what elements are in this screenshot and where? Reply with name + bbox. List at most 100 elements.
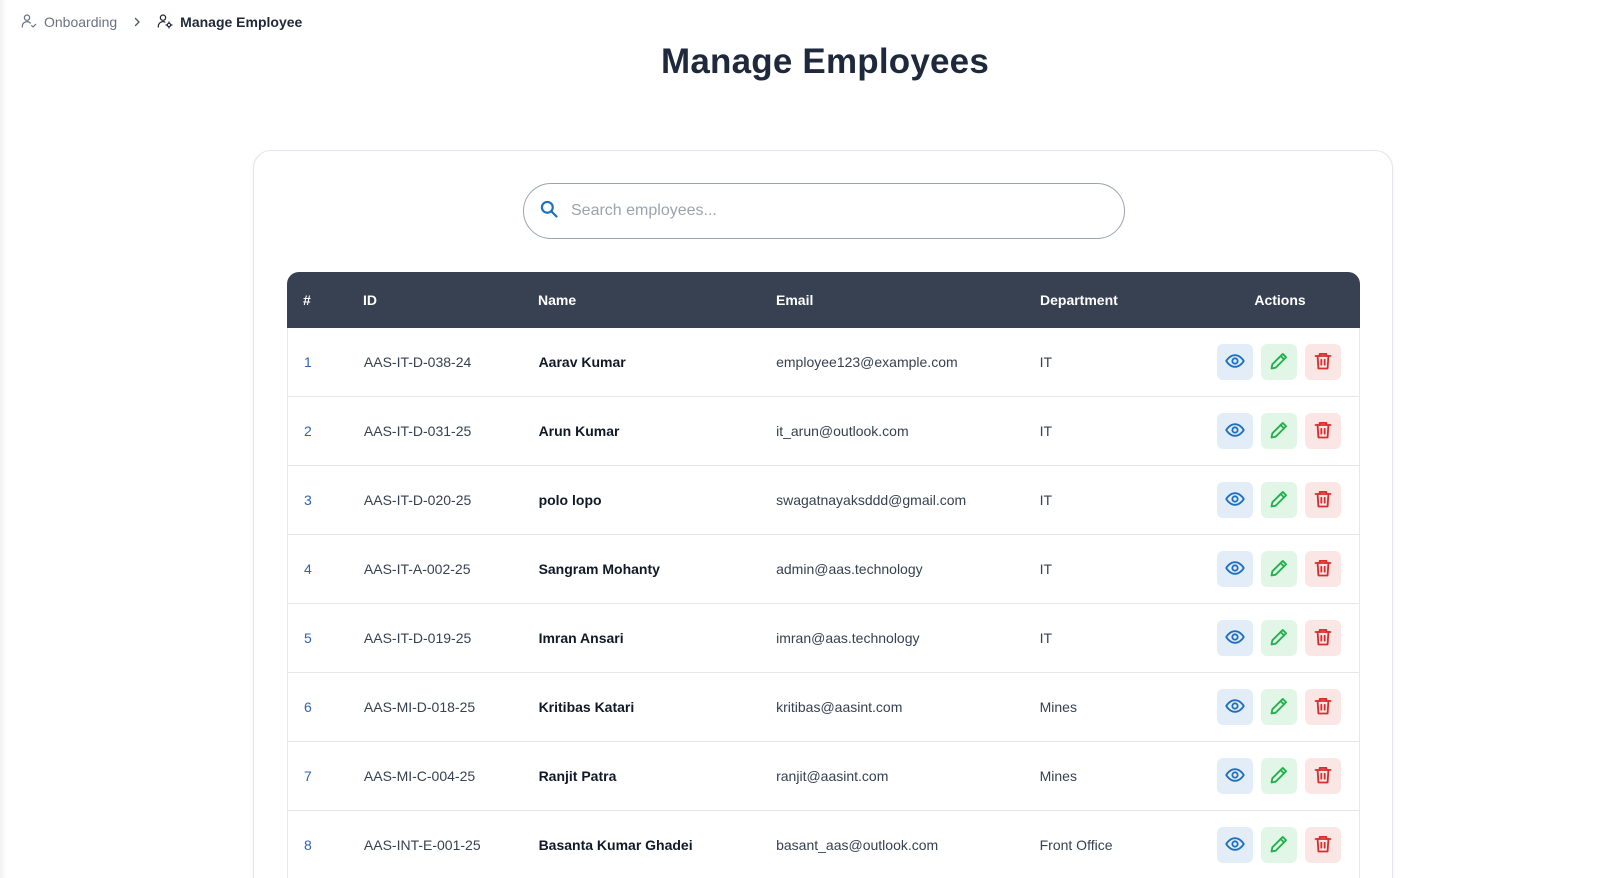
row-number: 3: [304, 492, 312, 508]
trash-icon: [1313, 834, 1333, 857]
trash-icon: [1313, 696, 1333, 719]
employee-department: Mines: [1039, 699, 1077, 715]
employee-id: AAS-IT-D-019-25: [363, 630, 472, 646]
employee-name: Basanta Kumar Ghadei: [538, 837, 693, 853]
table-row: 2 AAS-IT-D-031-25 Arun Kumar it_arun@outloo…: [287, 397, 1360, 466]
eye-icon: [1225, 351, 1245, 374]
employee-id: AAS-IT-D-020-25: [363, 492, 472, 508]
trash-icon: [1313, 765, 1333, 788]
employee-email: basant_aas@outlook.com: [776, 837, 939, 853]
breadcrumb-onboarding[interactable]: Onboarding: [21, 13, 117, 32]
edit-button[interactable]: [1261, 758, 1298, 794]
eye-icon: [1225, 420, 1245, 443]
employee-email: imran@aas.technology: [776, 630, 920, 646]
search-icon: [539, 199, 559, 224]
chevron-right-icon: [131, 16, 143, 28]
row-number: 2: [304, 423, 312, 439]
employee-department: IT: [1039, 630, 1053, 646]
breadcrumb-onboarding-label: Onboarding: [44, 14, 118, 30]
header-name: Name: [538, 292, 577, 308]
employee-name: Ranjit Patra: [538, 768, 617, 784]
delete-button[interactable]: [1305, 689, 1342, 725]
delete-button[interactable]: [1305, 344, 1342, 380]
row-number: 6: [304, 699, 312, 715]
delete-button[interactable]: [1305, 482, 1342, 518]
eye-icon: [1225, 834, 1245, 857]
table-row: 4 AAS-IT-A-002-25 Sangram Mohanty admin@aas…: [287, 535, 1360, 604]
delete-button[interactable]: [1305, 551, 1342, 587]
eye-icon: [1225, 696, 1245, 719]
employee-email: kritibas@aasint.com: [776, 699, 903, 715]
trash-icon: [1313, 351, 1333, 374]
employee-name: Aarav Kumar: [538, 354, 626, 370]
employee-email: swagatnayaksddd@gmail.com: [776, 492, 967, 508]
employee-id: AAS-IT-A-002-25: [363, 561, 471, 577]
row-actions: [1199, 551, 1359, 587]
edit-button[interactable]: [1261, 344, 1298, 380]
breadcrumb-manage-employee-label: Manage Employee: [180, 14, 303, 30]
employee-email: admin@aas.technology: [776, 561, 923, 577]
employee-id: AAS-MI-D-018-25: [363, 699, 476, 715]
search-bar[interactable]: [523, 183, 1125, 239]
employee-name: Imran Ansari: [538, 630, 624, 646]
table-row: 6 AAS-MI-D-018-25 Kritibas Katari kritibas@…: [287, 673, 1360, 742]
delete-button[interactable]: [1305, 413, 1342, 449]
employee-name: Sangram Mohanty: [538, 561, 660, 577]
sidebar-edge: [0, 0, 6, 878]
row-number: 5: [304, 630, 312, 646]
eye-icon: [1225, 558, 1245, 581]
table-body: 1 AAS-IT-D-038-24 Aarav Kumar employee123@e…: [287, 328, 1360, 878]
view-button[interactable]: [1217, 482, 1254, 518]
delete-button[interactable]: [1305, 758, 1342, 794]
employee-department: IT: [1039, 354, 1053, 370]
row-actions: [1199, 482, 1359, 518]
employee-email: it_arun@outlook.com: [776, 423, 909, 439]
manage-employees-page: Onboarding Manage Employee Manage Employ…: [0, 0, 1623, 878]
trash-icon: [1313, 627, 1333, 650]
view-button[interactable]: [1217, 827, 1254, 863]
edit-button[interactable]: [1261, 413, 1298, 449]
eye-icon: [1225, 627, 1245, 650]
edit-button[interactable]: [1261, 827, 1298, 863]
breadcrumb-manage-employee: Manage Employee: [157, 13, 302, 32]
breadcrumb: Onboarding Manage Employee: [21, 12, 302, 32]
eye-icon: [1225, 765, 1245, 788]
employee-department: IT: [1039, 561, 1053, 577]
row-actions: [1199, 758, 1359, 794]
view-button[interactable]: [1217, 413, 1254, 449]
trash-icon: [1313, 558, 1333, 581]
pencil-icon: [1269, 834, 1289, 857]
search-input[interactable]: [571, 196, 1091, 226]
header-id: ID: [363, 292, 377, 308]
employee-department: IT: [1039, 423, 1053, 439]
pencil-icon: [1269, 351, 1289, 374]
employee-name: Kritibas Katari: [538, 699, 635, 715]
table-row: 1 AAS-IT-D-038-24 Aarav Kumar employee123@e…: [287, 328, 1360, 397]
pencil-icon: [1269, 765, 1289, 788]
edit-button[interactable]: [1261, 551, 1298, 587]
row-actions: [1199, 620, 1359, 656]
view-button[interactable]: [1217, 551, 1254, 587]
edit-button[interactable]: [1261, 620, 1298, 656]
employee-id: AAS-MI-C-004-25: [363, 768, 476, 784]
view-button[interactable]: [1217, 344, 1254, 380]
row-number: 7: [304, 768, 312, 784]
employee-email: employee123@example.com: [776, 354, 958, 370]
employee-id: AAS-IT-D-038-24: [363, 354, 472, 370]
header-department: Department: [1040, 292, 1118, 308]
trash-icon: [1313, 489, 1333, 512]
table-header: # ID Name Email Department Actions: [287, 272, 1360, 328]
view-button[interactable]: [1217, 758, 1254, 794]
view-button[interactable]: [1217, 689, 1254, 725]
employee-department: Mines: [1039, 768, 1077, 784]
user-check-icon: [21, 13, 37, 32]
view-button[interactable]: [1217, 620, 1254, 656]
employee-email: ranjit@aasint.com: [776, 768, 889, 784]
employee-id: AAS-IT-D-031-25: [363, 423, 472, 439]
delete-button[interactable]: [1305, 620, 1342, 656]
edit-button[interactable]: [1261, 689, 1298, 725]
trash-icon: [1313, 420, 1333, 443]
edit-button[interactable]: [1261, 482, 1298, 518]
delete-button[interactable]: [1305, 827, 1342, 863]
row-actions: [1199, 689, 1359, 725]
